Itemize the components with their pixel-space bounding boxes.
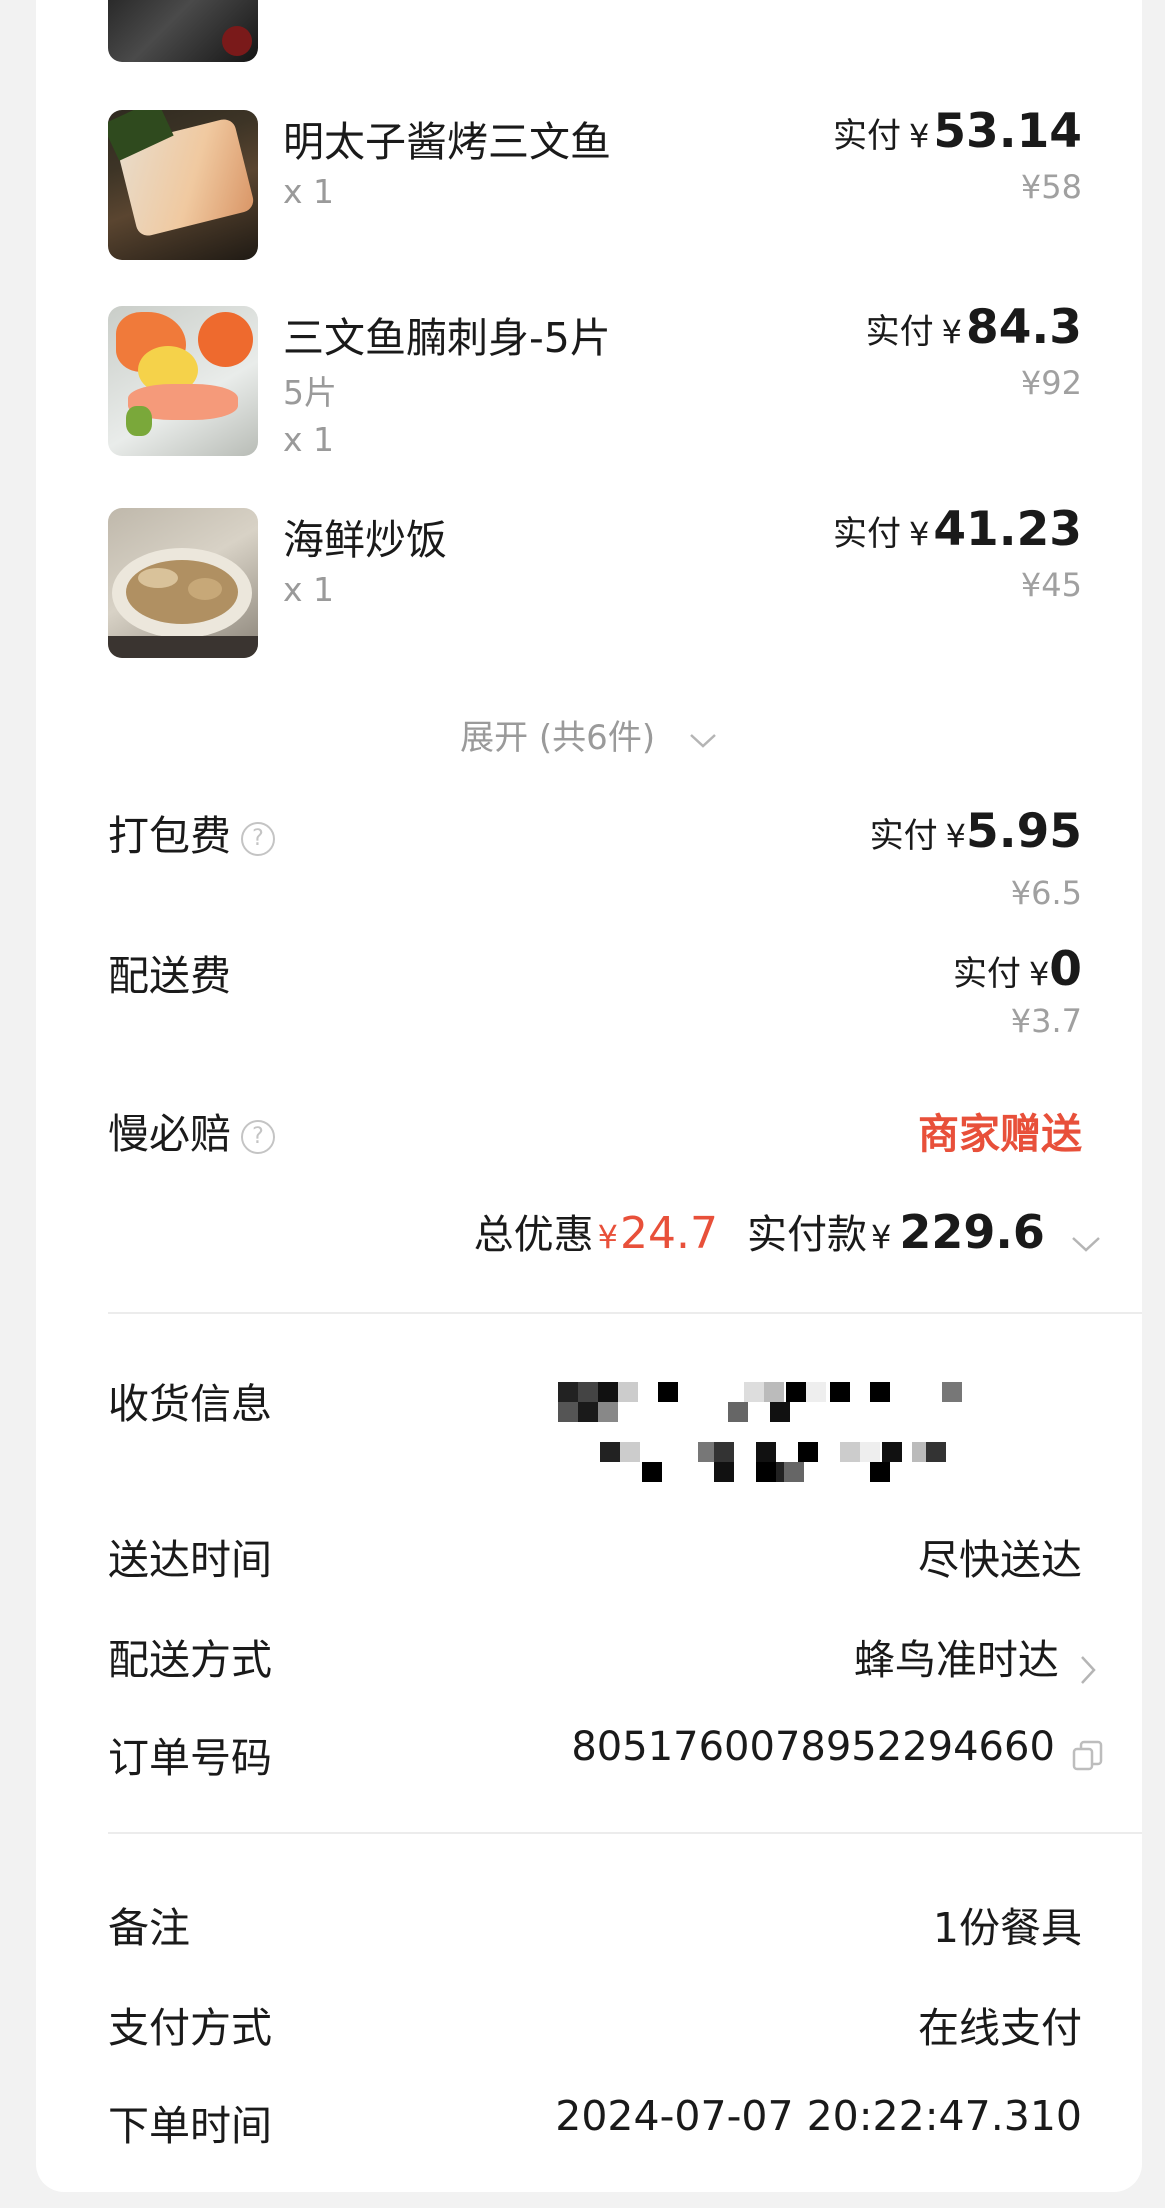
late-guarantee-label: 慢必赔? <box>108 1100 275 1160</box>
discount-amount: 24.7 <box>619 1208 718 1259</box>
item-paid-price: 实付 ¥53.14 <box>833 104 1082 159</box>
item-thumbnail-partial <box>108 0 258 62</box>
delivery-fee-label: 配送费 <box>108 952 231 1000</box>
order-detail-card: 明太子酱烤三文鱼 x 1 实付 ¥53.14 ¥58 三文鱼腩刺身-5片 5片 x… <box>36 0 1142 2192</box>
item-name: 海鲜炒饭 <box>283 516 447 564</box>
paid-label: 实付 <box>865 312 934 352</box>
order-number-label: 订单号码 <box>108 1734 272 1782</box>
paid-amount: 0 <box>1049 942 1082 997</box>
item-thumbnail <box>108 508 258 658</box>
paid-amount: 41.23 <box>933 502 1082 557</box>
order-time-label: 下单时间 <box>108 2102 272 2150</box>
section-divider <box>108 1832 1142 1834</box>
note-label: 备注 <box>108 1904 190 1952</box>
packing-fee-original: ¥6.5 <box>1010 874 1082 912</box>
item-thumbnail <box>108 110 258 260</box>
late-guarantee-value: 商家赠送 <box>918 1110 1082 1158</box>
item-original-price: ¥92 <box>1020 364 1082 402</box>
paid-label: 实付 <box>952 954 1021 994</box>
expand-items-button[interactable]: 展开 (共6件) <box>36 710 1142 759</box>
chevron-down-icon <box>690 733 716 748</box>
item-original-price: ¥45 <box>1020 566 1082 604</box>
question-circle-icon[interactable]: ? <box>241 1120 275 1154</box>
item-thumbnail <box>108 306 258 456</box>
item-paid-price: 实付 ¥41.23 <box>833 502 1082 557</box>
paid-amount: 53.14 <box>933 104 1082 159</box>
total-currency: ¥ <box>871 1218 892 1256</box>
late-guarantee-text: 慢必赔 <box>108 1110 231 1158</box>
delivery-fee-original: ¥3.7 <box>1010 1002 1082 1040</box>
currency-symbol: ¥ <box>945 817 967 855</box>
discount-label: 总优惠 <box>473 1212 594 1258</box>
total-amount: 229.6 <box>899 1205 1045 1259</box>
delivery-method-label: 配送方式 <box>108 1636 272 1684</box>
total-label: 实付款 <box>747 1212 868 1258</box>
payment-method-label: 支付方式 <box>108 2004 272 2052</box>
paid-amount: 84.3 <box>966 300 1082 355</box>
item-quantity: x 1 <box>283 420 335 459</box>
packing-fee-text: 打包费 <box>108 812 231 860</box>
currency-symbol: ¥ <box>941 313 963 351</box>
chevron-down-icon[interactable] <box>1070 1233 1102 1255</box>
packing-fee-label: 打包费? <box>108 802 275 862</box>
discount-currency: ¥ <box>597 1218 618 1256</box>
packing-fee-paid: 实付 ¥5.95 <box>870 804 1082 859</box>
address-label: 收货信息 <box>108 1380 272 1428</box>
item-name: 明太子酱烤三文鱼 <box>283 118 611 166</box>
copy-icon[interactable] <box>1070 1739 1104 1773</box>
delivery-method-value: 蜂鸟准时达 <box>853 1636 1059 1684</box>
paid-amount: 5.95 <box>966 804 1082 859</box>
item-quantity: x 1 <box>283 172 335 211</box>
delivery-time-label: 送达时间 <box>108 1536 272 1584</box>
payment-method-value: 在线支付 <box>918 2004 1082 2052</box>
note-value: 1份餐具 <box>932 1904 1082 1952</box>
item-paid-price: 实付 ¥84.3 <box>866 300 1082 355</box>
order-summary[interactable]: 总优惠 ¥24.7 实付款 ¥229.6 <box>474 1202 1102 1260</box>
item-name: 三文鱼腩刺身-5片 <box>283 314 611 362</box>
currency-symbol: ¥ <box>908 117 930 155</box>
address-redacted-mosaic <box>558 1382 1142 1482</box>
currency-symbol: ¥ <box>1028 955 1050 993</box>
order-time-value: 2024-07-07 20:22:47.310 <box>555 2092 1082 2140</box>
item-original-price: ¥58 <box>1020 168 1082 206</box>
chevron-right-icon <box>1081 1655 1096 1684</box>
delivery-method-link[interactable]: 蜂鸟准时达 <box>854 1626 1098 1687</box>
section-divider <box>108 1312 1142 1314</box>
question-circle-icon[interactable]: ? <box>241 822 275 856</box>
item-quantity: x 1 <box>283 570 335 609</box>
paid-label: 实付 <box>832 514 901 554</box>
item-spec: 5片 <box>283 373 337 412</box>
delivery-time-value: 尽快送达 <box>918 1536 1082 1584</box>
paid-label: 实付 <box>832 116 901 156</box>
paid-label: 实付 <box>869 816 938 856</box>
order-number-block: 8051760078952294660 <box>571 1724 1104 1773</box>
expand-label: 展开 (共6件) <box>460 718 656 758</box>
delivery-fee-paid: 实付 ¥0 <box>953 942 1082 997</box>
order-number-value: 8051760078952294660 <box>571 1724 1055 1770</box>
currency-symbol: ¥ <box>908 515 930 553</box>
